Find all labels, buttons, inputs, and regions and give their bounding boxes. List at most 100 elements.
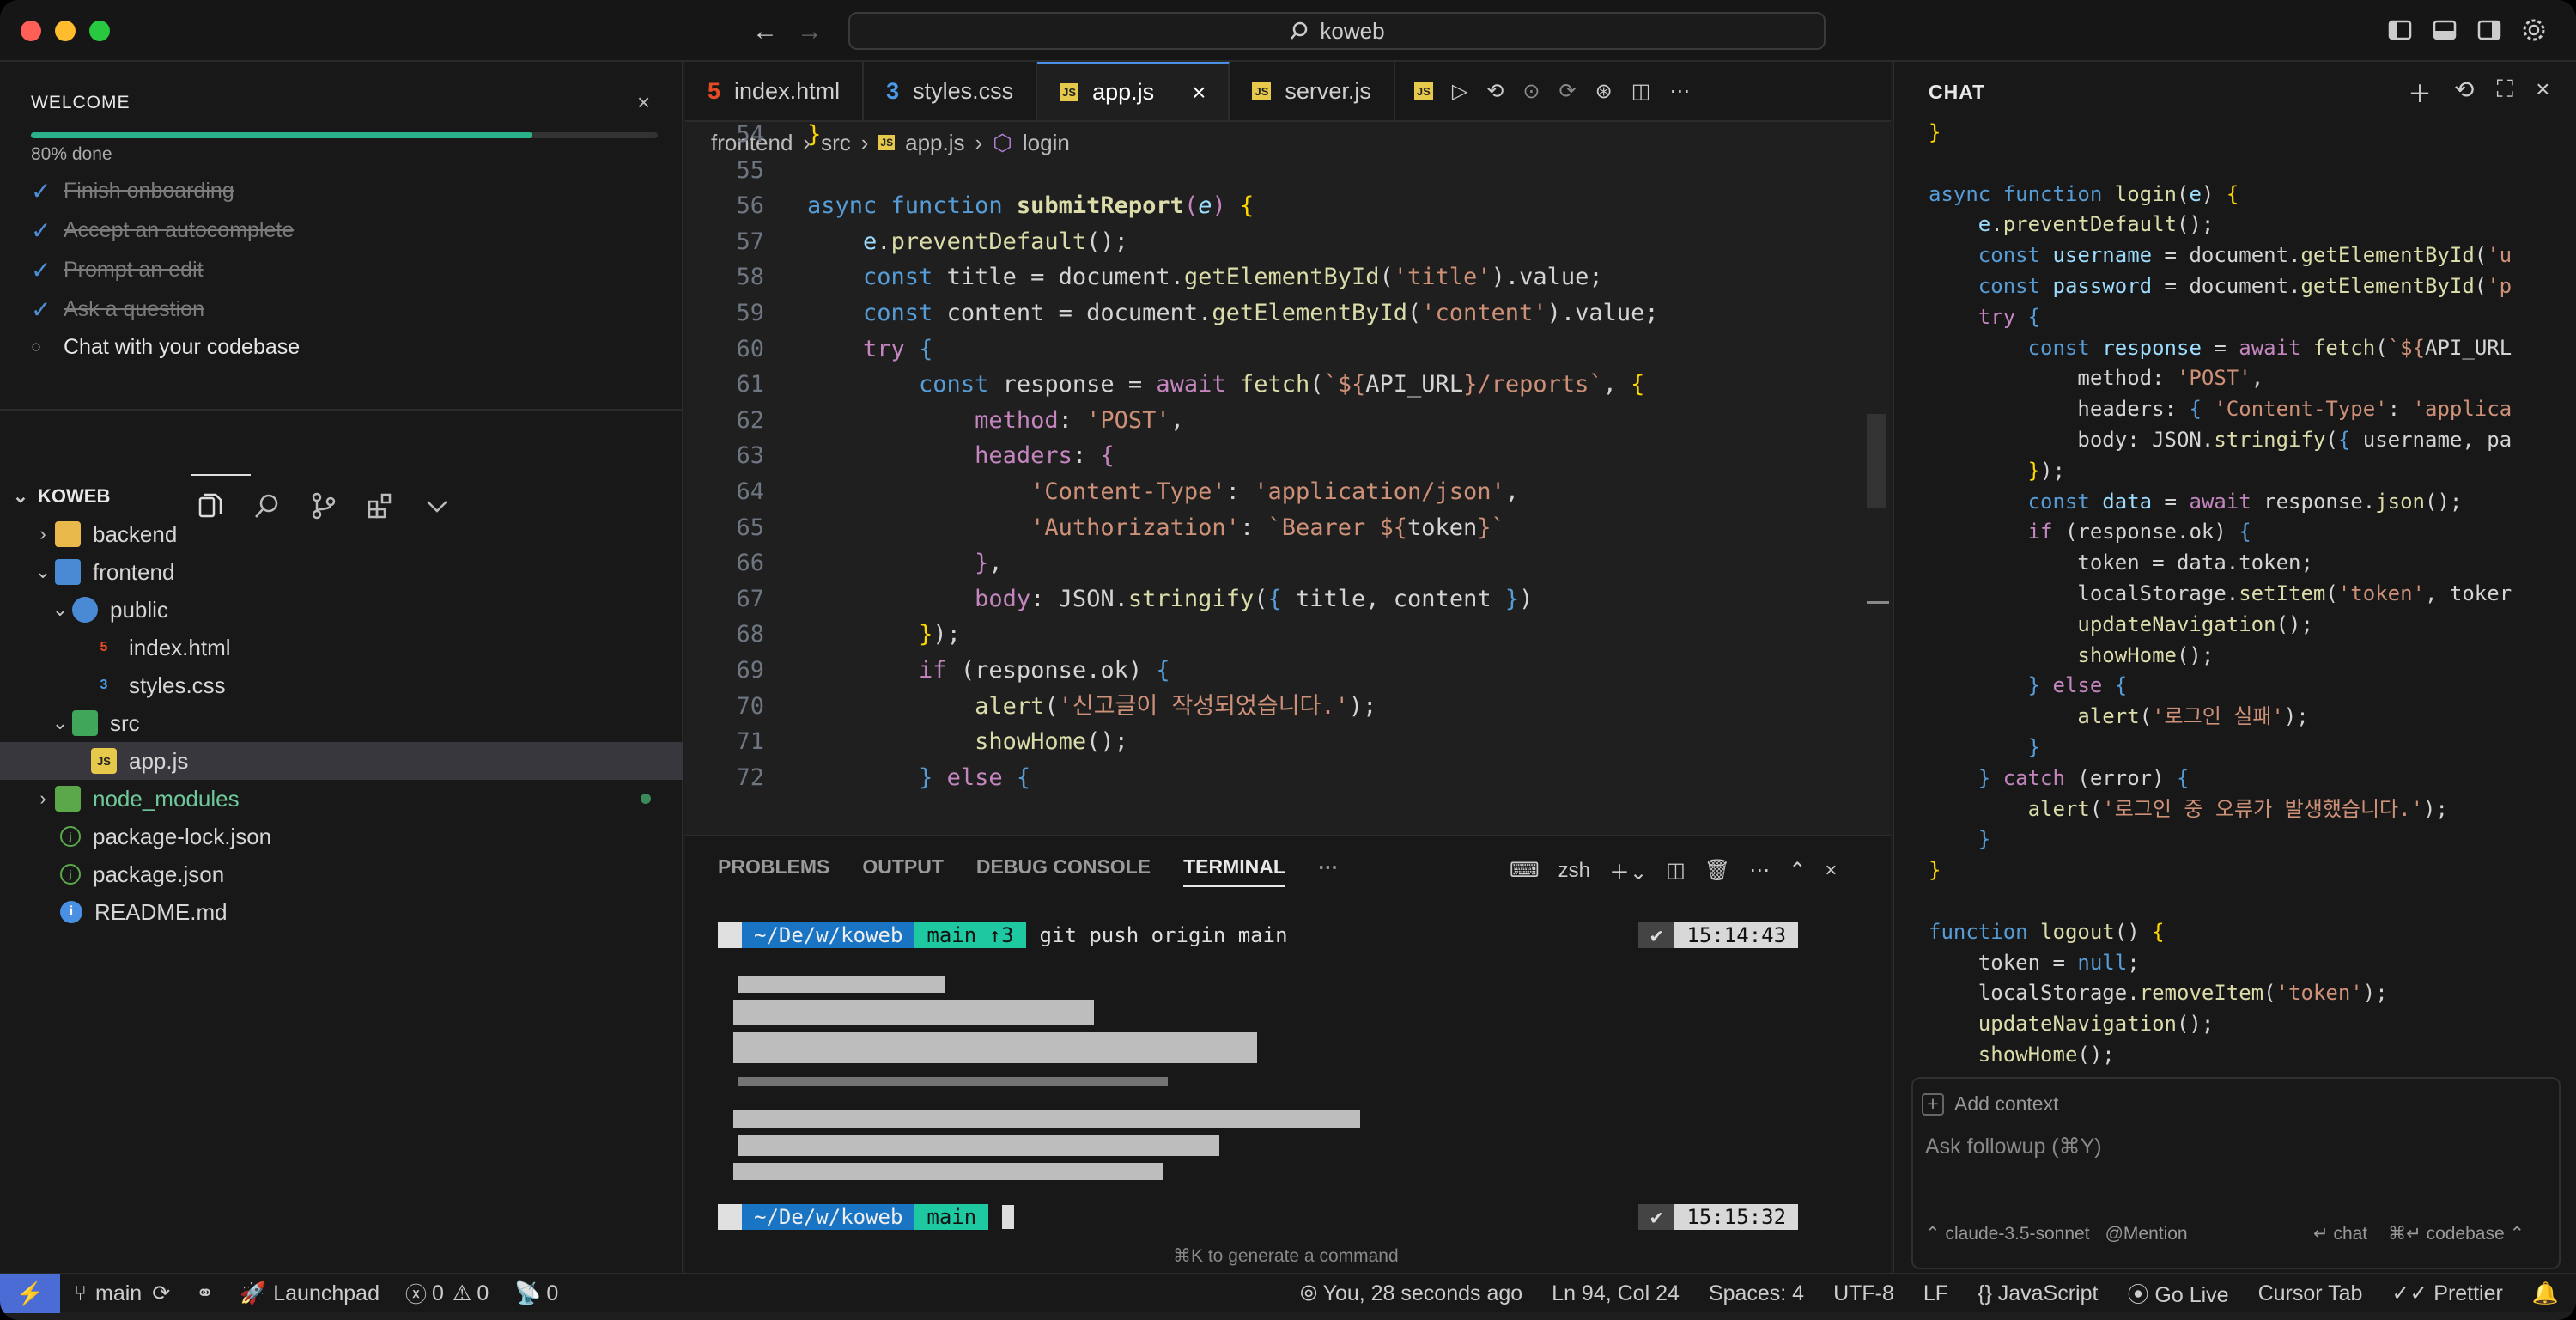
go-forward-change-icon[interactable]: ⟳ (1559, 79, 1577, 104)
tab-terminal[interactable]: TERMINAL (1183, 855, 1285, 887)
chat-input[interactable]: Ask followup (⌘Y) (1925, 1134, 2102, 1159)
chat-code-line: alert('로그인 실패'); (2077, 704, 2309, 729)
git-graph-icon[interactable]: ⚭ (196, 1280, 214, 1306)
add-context-button[interactable]: + Add context (1922, 1092, 2058, 1116)
css3-icon: 3 (100, 678, 108, 692)
encoding[interactable]: UTF-8 (1833, 1281, 1894, 1306)
tree-item-package-json[interactable]: j package.json (0, 855, 683, 893)
forward-arrow-icon[interactable]: → (797, 17, 823, 46)
code-line: 60 try { (685, 332, 1870, 368)
rocket-icon: 🚀 (240, 1280, 267, 1305)
checklist-item[interactable]: ✓ Prompt an edit (31, 256, 204, 284)
close-icon[interactable]: × (1192, 79, 1206, 106)
check-icon: ✔ (1638, 1204, 1675, 1230)
toggle-secondary-sidebar-icon[interactable] (2476, 17, 2502, 43)
status-branch[interactable]: main (95, 1281, 142, 1306)
submit-codebase-button[interactable]: ⌘↵ codebase ⌃ (2388, 1223, 2524, 1244)
onboarding-progress-bar (31, 132, 658, 138)
git-blame[interactable]: ⦾ You, 28 seconds ago (1300, 1281, 1522, 1306)
go-live-button[interactable]: ⦿ Go Live (2127, 1278, 2228, 1309)
json-icon: j (60, 826, 81, 847)
new-chat-icon[interactable]: ＋ (2408, 76, 2432, 110)
tab-server-js[interactable]: JS server.js (1230, 62, 1395, 120)
split-terminal-icon[interactable]: ◫ (1666, 858, 1686, 883)
close-panel-icon[interactable]: × (1825, 859, 1837, 883)
maximize-panel-icon[interactable]: ⌃ (1789, 858, 1806, 883)
code-line: 71 showHome(); (685, 724, 1870, 760)
error-count[interactable]: 0 (432, 1281, 444, 1306)
close-icon[interactable]: × (637, 89, 650, 116)
checklist-item[interactable]: ✓ Finish onboarding (31, 177, 234, 205)
launchpad-button[interactable]: Launchpad (273, 1281, 380, 1306)
trash-icon[interactable]: 🗑 (1704, 858, 1730, 883)
indentation[interactable]: Spaces: 4 (1709, 1281, 1804, 1306)
run-icon[interactable]: ▷ (1452, 79, 1467, 104)
close-window-button[interactable] (21, 21, 41, 41)
tab-problems[interactable]: PROBLEMS (718, 855, 829, 887)
code-line: 69 if (response.ok) { (685, 653, 1870, 689)
tree-item-index-html[interactable]: 5 index.html (0, 629, 683, 666)
chat-code-line: const username = document.getElementById… (1978, 243, 2512, 268)
scrollbar-thumb[interactable] (1867, 414, 1886, 508)
command-center-search[interactable]: koweb (848, 12, 1826, 50)
language-mode[interactable]: {} JavaScript (1978, 1281, 2098, 1306)
ports-count[interactable]: 0 (546, 1281, 558, 1306)
tab-index-html[interactable]: 5 index.html (685, 62, 865, 120)
mention-button[interactable]: @Mention (2105, 1224, 2188, 1244)
sync-icon[interactable]: ⟳ (152, 1280, 170, 1306)
prompt-branch: main ↑3 (914, 922, 1026, 948)
tree-item-src[interactable]: ⌄ src (0, 704, 683, 742)
remote-indicator-icon[interactable]: ⚡ (0, 1274, 60, 1313)
tab-debug-console[interactable]: DEBUG CONSOLE (976, 855, 1151, 887)
warning-count[interactable]: 0 (477, 1281, 489, 1306)
more-actions-icon[interactable]: ⋯ (1669, 79, 1690, 104)
expand-icon[interactable]: ⛶ (2496, 76, 2513, 110)
more-actions-icon[interactable]: ⋯ (1749, 858, 1770, 883)
checklist-item[interactable]: ✓ Accept an autocomplete (31, 216, 294, 245)
tab-app-js[interactable]: JS app.js × (1037, 62, 1230, 120)
toggle-panel-icon[interactable] (2432, 17, 2458, 43)
tree-item-frontend[interactable]: ⌄ frontend (0, 553, 683, 591)
tree-item-backend[interactable]: › backend (0, 515, 683, 553)
go-back-change-icon[interactable]: ⟲ (1486, 79, 1504, 104)
tree-item-styles-css[interactable]: 3 styles.css (0, 666, 683, 704)
minimize-window-button[interactable] (55, 21, 76, 41)
terminal-time: ✔ 15:15:32 (1638, 1204, 1799, 1230)
line-ending[interactable]: LF (1923, 1281, 1948, 1306)
tab-styles-css[interactable]: 3 styles.css (864, 62, 1038, 120)
notifications-bell-icon[interactable]: 🔔 (2532, 1281, 2559, 1306)
submit-chat-button[interactable]: ↵ chat (2313, 1223, 2367, 1244)
line-number: 56 (736, 192, 764, 220)
new-terminal-icon[interactable]: ＋⌄ (1609, 855, 1647, 885)
history-icon[interactable]: ⟲ (2454, 76, 2474, 110)
settings-gear-icon[interactable] (2521, 17, 2547, 43)
checkmark-icon: ✓ (31, 217, 52, 244)
checklist-item[interactable]: ○ Chat with your codebase (31, 335, 300, 360)
terminal-shell-name[interactable]: zsh (1558, 859, 1590, 883)
cursor-position[interactable]: Ln 94, Col 24 (1552, 1281, 1680, 1306)
chat-code-block[interactable]: } async function login(e) { e.preventDefa… (1929, 115, 2564, 1134)
close-icon[interactable]: × (2536, 76, 2549, 110)
tree-item-node-modules[interactable]: › node_modules (0, 780, 683, 818)
tree-item-readme[interactable]: i README.md (0, 893, 683, 931)
chat-input-box[interactable]: + Add context Ask followup (⌘Y) ⌃ claude… (1911, 1077, 2561, 1269)
tab-output[interactable]: OUTPUT (862, 855, 944, 887)
more-icon[interactable]: ⋯ (1318, 855, 1338, 887)
toggle-primary-sidebar-icon[interactable] (2387, 17, 2413, 43)
zoom-window-button[interactable] (89, 21, 110, 41)
tree-item-package-lock-json[interactable]: j package-lock.json (0, 818, 683, 855)
tree-item-public[interactable]: ⌄ public (0, 591, 683, 629)
panel-tabs: PROBLEMS OUTPUT DEBUG CONSOLE TERMINAL ⋯ (718, 855, 1338, 887)
cursor-tab-button[interactable]: Cursor Tab (2258, 1281, 2363, 1306)
chat-code-line: localStorage.setItem('token', toker (1929, 581, 2512, 605)
timeline-icon[interactable]: ⊙ (1522, 79, 1540, 104)
split-editor-icon[interactable]: ◫ (1631, 79, 1651, 104)
back-arrow-icon[interactable]: ← (752, 17, 778, 46)
git-compare-icon[interactable]: ⊛ (1595, 79, 1613, 104)
prettier-button[interactable]: ✓✓ Prettier (2391, 1280, 2502, 1306)
explorer-root[interactable]: ⌄ KOWEB (0, 478, 683, 515)
tree-item-app-js[interactable]: JS app.js (0, 742, 683, 780)
js-icon: JS (1060, 83, 1079, 101)
model-selector[interactable]: ⌃ claude-3.5-sonnet (1925, 1223, 2090, 1244)
checklist-item[interactable]: ✓ Ask a question (31, 295, 204, 324)
